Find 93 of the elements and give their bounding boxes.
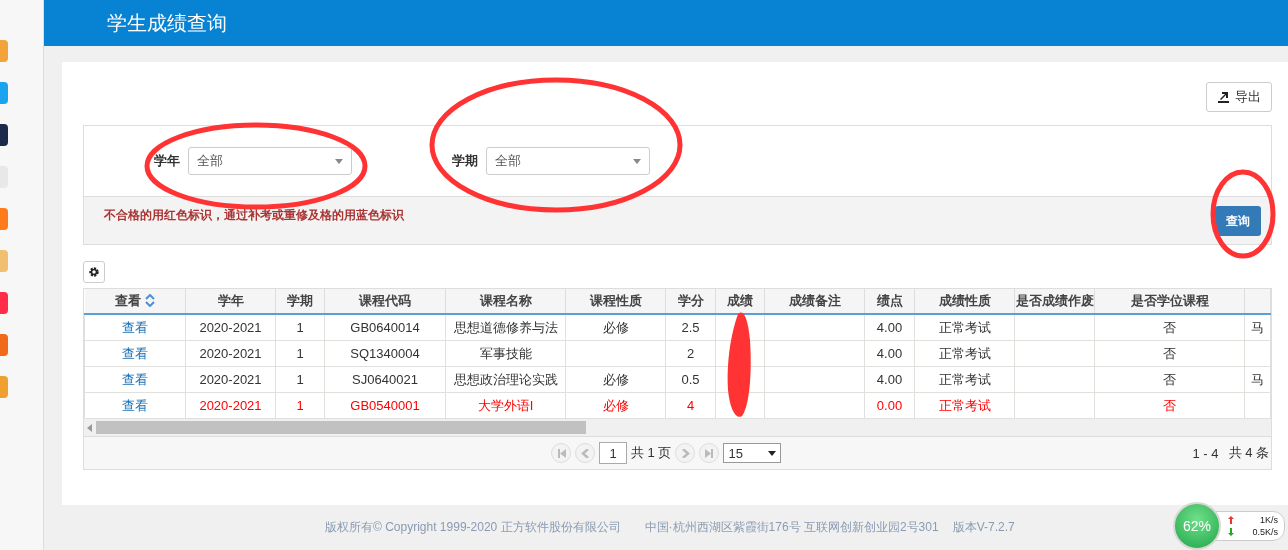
table-cell: 1 [275, 314, 325, 341]
page-number-field[interactable]: 1 [599, 442, 627, 464]
table-cell: 2 [665, 340, 716, 367]
column-header[interactable]: 学分 [665, 289, 716, 314]
caret-icon [768, 450, 777, 456]
column-header[interactable] [1244, 289, 1271, 314]
table-cell: 1 [275, 366, 325, 393]
filter-select[interactable]: 全部 [486, 147, 650, 175]
table-cell: 思想政治理论实践 [445, 366, 566, 393]
column-header[interactable]: 课程代码 [324, 289, 446, 314]
caret-icon [633, 158, 641, 164]
chevron-left-icon [580, 448, 590, 458]
table-cell: 2020-2021 [185, 314, 276, 341]
table-cell: 4 [665, 392, 716, 419]
caret-icon [335, 158, 343, 164]
column-header[interactable]: 是否成绩作废 [1014, 289, 1095, 314]
table-cell: 正常考试 [914, 392, 1015, 419]
total-pages: 共 1 页 [631, 444, 672, 462]
record-range: 1 - 4 [1192, 445, 1219, 461]
table-cell: 马 [1244, 314, 1271, 341]
table-cell: 2020-2021 [185, 366, 276, 393]
export-icon [1217, 91, 1230, 103]
table-cell: 必修 [565, 366, 666, 393]
settings-icon [88, 266, 100, 278]
address-text: 中国·杭州西湖区紫霞街176号 互联网创新创业园2号301 [644, 519, 939, 536]
notice-text: 不合格的用红色标识，通过补考或重修及格的用蓝色标识 [104, 207, 404, 224]
horizontal-scrollbar[interactable] [84, 419, 1271, 436]
table-cell: 否 [1094, 314, 1245, 341]
table-cell: SJ0640021 [324, 366, 446, 393]
table-cell: 否 [1094, 392, 1245, 419]
column-header[interactable]: 绩点 [864, 289, 915, 314]
column-header[interactable]: 成绩 [715, 289, 765, 314]
sort-icon [144, 294, 155, 307]
filter-label: 学年 [154, 152, 180, 170]
page-size-select[interactable]: 15 [723, 443, 782, 463]
table-cell: 1 [275, 392, 325, 419]
table-cell: 思想道德修养与法 [445, 314, 566, 341]
table-cell: 4.00 [864, 366, 915, 393]
view-link[interactable]: 查看 [84, 366, 186, 393]
table-cell: 正常考试 [914, 366, 1015, 393]
copyright-text: 版权所有© Copyright 1999-2020 正方软件股份有限公司 [325, 519, 621, 536]
table-cell: 4.00 [864, 340, 915, 367]
table-cell: 大学外语I [445, 392, 566, 419]
table-cell: 马 [1244, 366, 1271, 393]
last-page-button[interactable] [699, 443, 720, 463]
export-button[interactable]: 导出 [1206, 82, 1272, 112]
column-header[interactable]: 是否学位课程 [1094, 289, 1245, 314]
filter-label: 学期 [452, 152, 478, 170]
view-link[interactable]: 查看 [84, 392, 186, 419]
first-page-icon [556, 448, 566, 458]
view-link[interactable]: 查看 [84, 340, 186, 367]
table-cell: 必修 [565, 392, 666, 419]
scroll-left-icon[interactable] [87, 423, 92, 432]
filter-select[interactable]: 全部 [188, 147, 352, 175]
version-text: 版本V-7.2.7 [952, 519, 1015, 536]
table-cell: SQ1340004 [324, 340, 446, 367]
column-header[interactable]: 学年 [185, 289, 276, 314]
table-cell: 4.00 [864, 314, 915, 341]
table-cell: 军事技能 [445, 340, 566, 367]
app-icon[interactable] [0, 124, 8, 146]
table-cell: 1 [275, 340, 325, 367]
settings-button[interactable] [83, 261, 105, 283]
table-cell: 否 [1094, 340, 1245, 367]
table-cell: 正常考试 [914, 340, 1015, 367]
table-cell: GB0540001 [324, 392, 446, 419]
table-cell: 正常考试 [914, 314, 1015, 341]
table-cell: 2020-2021 [185, 340, 276, 367]
column-header[interactable]: 课程性质 [565, 289, 666, 314]
upload-speed: 1K/s [1259, 515, 1278, 525]
upload-arrow-icon [1228, 516, 1234, 524]
query-button[interactable]: 查询 [1215, 206, 1261, 236]
download-speed: 0.5K/s [1251, 527, 1278, 537]
column-header[interactable]: 学期 [275, 289, 325, 314]
column-header[interactable]: 课程名称 [445, 289, 566, 314]
view-link[interactable]: 查看 [84, 314, 186, 341]
table-cell: 否 [1094, 366, 1245, 393]
column-header[interactable]: 成绩性质 [914, 289, 1015, 314]
last-page-icon [704, 448, 714, 458]
next-page-button[interactable] [675, 443, 696, 463]
table-cell: 必修 [565, 314, 666, 341]
column-header[interactable]: 查看 [84, 289, 186, 314]
download-arrow-icon [1228, 528, 1234, 536]
record-total: 共 4 条 [1228, 444, 1269, 462]
first-page-button[interactable] [551, 443, 571, 463]
chevron-right-icon [680, 448, 690, 458]
page-title: 学生成绩查询 [107, 10, 227, 36]
table-cell: 0.00 [864, 392, 915, 419]
table-cell: 0.5 [665, 366, 716, 393]
table-cell: GB0640014 [324, 314, 446, 341]
prev-page-button[interactable] [575, 443, 595, 463]
column-header[interactable]: 成绩备注 [764, 289, 865, 314]
table-cell: 2020-2021 [185, 392, 276, 419]
table-cell: 2.5 [665, 314, 716, 341]
